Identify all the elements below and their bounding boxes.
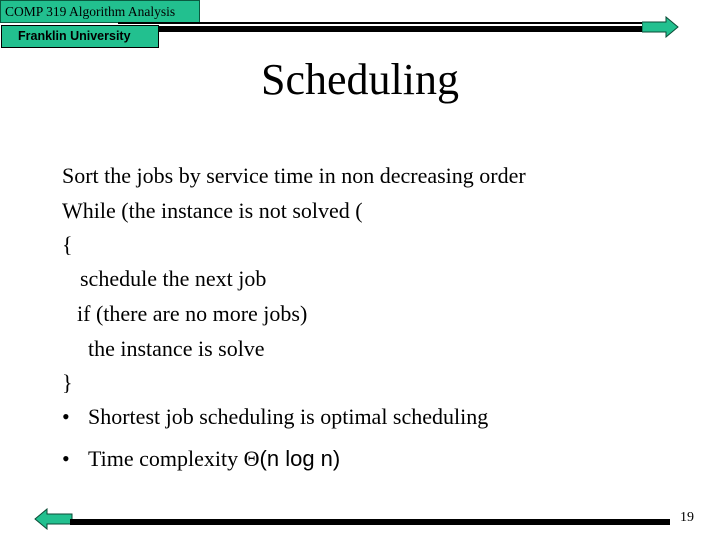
code-line-close-brace: } <box>62 370 73 395</box>
right-arrow-icon[interactable] <box>642 16 680 38</box>
theta-symbol: Θ <box>243 446 260 471</box>
university-box: Franklin University <box>1 25 159 48</box>
footer-rule <box>70 519 670 525</box>
bullet-optimal: Shortest job scheduling is optimal sched… <box>88 404 489 429</box>
bullet-icon: • <box>62 446 70 471</box>
code-line-sort: Sort the jobs by service time in non dec… <box>62 163 526 188</box>
code-line-if: if (there are no more jobs) <box>77 301 308 326</box>
code-line-solve: the instance is solve <box>88 336 265 361</box>
page-number: 19 <box>680 510 694 525</box>
course-title: COMP 319 Algorithm Analysis <box>5 4 176 19</box>
university-name: Franklin University <box>18 29 131 43</box>
code-line-schedule: schedule the next job <box>80 266 267 291</box>
complexity-label: Time complexity <box>88 446 244 471</box>
complexity-value: (n log n) <box>259 446 341 471</box>
left-arrow-icon[interactable] <box>34 508 74 530</box>
code-line-while: While (the instance is not solved ( <box>62 198 363 223</box>
bullet-icon: • <box>62 404 70 429</box>
header-rule-thin <box>118 22 646 24</box>
bullet-complexity: Time complexity Θ(n log n) <box>88 446 340 472</box>
slide-title: Scheduling <box>261 55 459 104</box>
header-rule-thick <box>118 26 646 32</box>
course-title-box: COMP 319 Algorithm Analysis <box>0 0 200 23</box>
code-line-open-brace: { <box>62 232 73 257</box>
